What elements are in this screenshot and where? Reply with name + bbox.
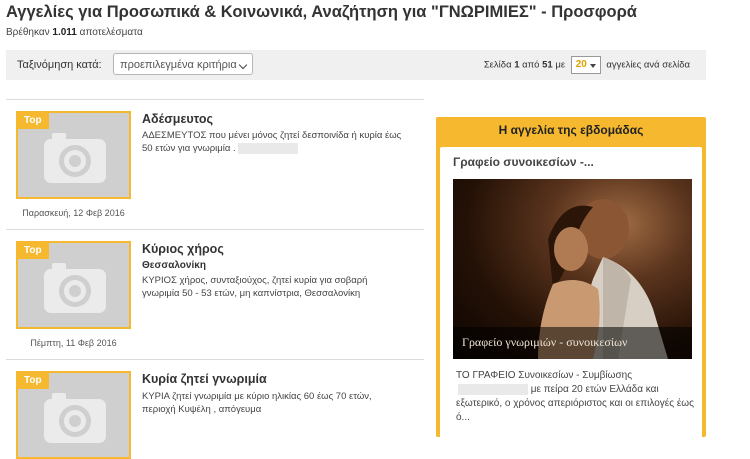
list-item[interactable]: Top Κυρία ζητεί γνωριμία ΚΥΡΙΑ ζητεί γνω… xyxy=(6,359,424,459)
photo-caption-text: Γραφείο γνωριμιών - συνοικεσίων xyxy=(462,335,628,349)
redacted-text xyxy=(458,383,528,395)
top-badge: Top xyxy=(18,243,49,259)
ad-of-the-week-description: ΤΟ ΓΡΑΦΕΙΟ Συνοικεσίων - Συμβίωσης με πε… xyxy=(456,369,696,425)
ad-of-the-week-photo[interactable]: Γραφείο γνωριμιών - συνοικεσίων xyxy=(453,179,692,359)
listing-title[interactable]: Κύριος χήρος xyxy=(142,242,224,256)
per-page-value: 20 xyxy=(575,59,587,70)
top-badge: Top xyxy=(18,373,49,389)
results-count: 1.011 xyxy=(52,27,77,38)
pager-page-word: Σελίδα xyxy=(483,59,512,71)
pager-total-pages: 51 xyxy=(542,59,553,71)
caret-down-icon xyxy=(589,64,596,68)
list-item[interactable]: Top Πέμπτη, 11 Φεβ 2016 Κύριος χήρος Θεσ… xyxy=(6,229,424,360)
ad-of-the-week-header: Η αγγελία της εβδομάδας xyxy=(498,123,644,137)
per-page-suffix: αγγελίες ανά σελίδα xyxy=(606,59,690,71)
sort-toolbar: Ταξινόμηση κατά: προεπιλεγμένα κριτήρια … xyxy=(6,50,706,80)
listing-location: Θεσσαλονίκη xyxy=(142,260,206,271)
camera-icon xyxy=(44,393,106,443)
listing-thumbnail[interactable]: Top xyxy=(16,241,131,329)
sort-select[interactable]: προεπιλεγμένα κριτήρια xyxy=(113,53,253,75)
chevron-down-icon xyxy=(238,60,248,70)
results-suffix: αποτελέσματα xyxy=(79,27,143,38)
listing-thumbnail[interactable]: Top xyxy=(16,111,131,199)
ad-of-the-week: Η αγγελία της εβδομάδας Γραφείο συνοικεσ… xyxy=(436,117,706,447)
pager-with-word: με xyxy=(555,59,566,71)
sort-label: Ταξινόμηση κατά: xyxy=(17,59,102,71)
pager-of-word: από xyxy=(522,59,540,71)
page-title: Αγγελίες για Προσωπικά & Κοινωνικά, Αναζ… xyxy=(6,3,637,21)
camera-icon xyxy=(44,263,106,313)
ad-of-the-week-desc-part1: ΤΟ ΓΡΑΦΕΙΟ Συνοικεσίων - Συμβίωσης xyxy=(456,370,633,381)
pagination-info: Σελίδα 1 από 51 με 20 αγγελίες ανά σελίδ… xyxy=(484,56,690,74)
sort-select-value: προεπιλεγμένα κριτήρια xyxy=(120,59,237,71)
per-page-select[interactable]: 20 xyxy=(570,56,601,74)
listing-title[interactable]: Κυρία ζητεί γνωριμία xyxy=(142,372,267,386)
redacted-text xyxy=(237,142,298,154)
listing-description: ΑΔΕΣΜΕΥΤΟΣ που μένει μόνος ζητεί δεσποιν… xyxy=(142,129,402,155)
listing-description: ΚΥΡΙΟΣ χήρος, συνταξιούχος, ζητεί κυρία … xyxy=(142,275,368,299)
listing-description: ΚΥΡΙΑ ζητεί γνωριμία με κύριο ηλικίας 60… xyxy=(142,391,372,415)
pager-current-page: 1 xyxy=(514,59,520,71)
list-item[interactable]: Top Παρασκευή, 12 Φεβ 2016 Αδέσμευτος ΑΔ… xyxy=(6,99,424,230)
results-summary: Βρέθηκαν 1.011 αποτελέσματα xyxy=(6,27,143,38)
photo-caption: Γραφείο γνωριμιών - συνοικεσίων xyxy=(453,327,692,359)
ad-of-the-week-title[interactable]: Γραφείο συνοικεσίων -... xyxy=(453,155,594,169)
top-badge: Top xyxy=(18,113,49,129)
camera-icon xyxy=(44,133,106,183)
listing-date: Παρασκευή, 12 Φεβ 2016 xyxy=(22,208,125,218)
listing-date: Πέμπτη, 11 Φεβ 2016 xyxy=(30,338,117,348)
listing-thumbnail[interactable]: Top xyxy=(16,371,131,459)
listing-title[interactable]: Αδέσμευτος xyxy=(142,112,213,126)
results-prefix: Βρέθηκαν xyxy=(6,27,50,38)
ad-of-the-week-card[interactable]: Γραφείο συνοικεσίων -... Γραφείο γνωριμι… xyxy=(440,147,702,447)
